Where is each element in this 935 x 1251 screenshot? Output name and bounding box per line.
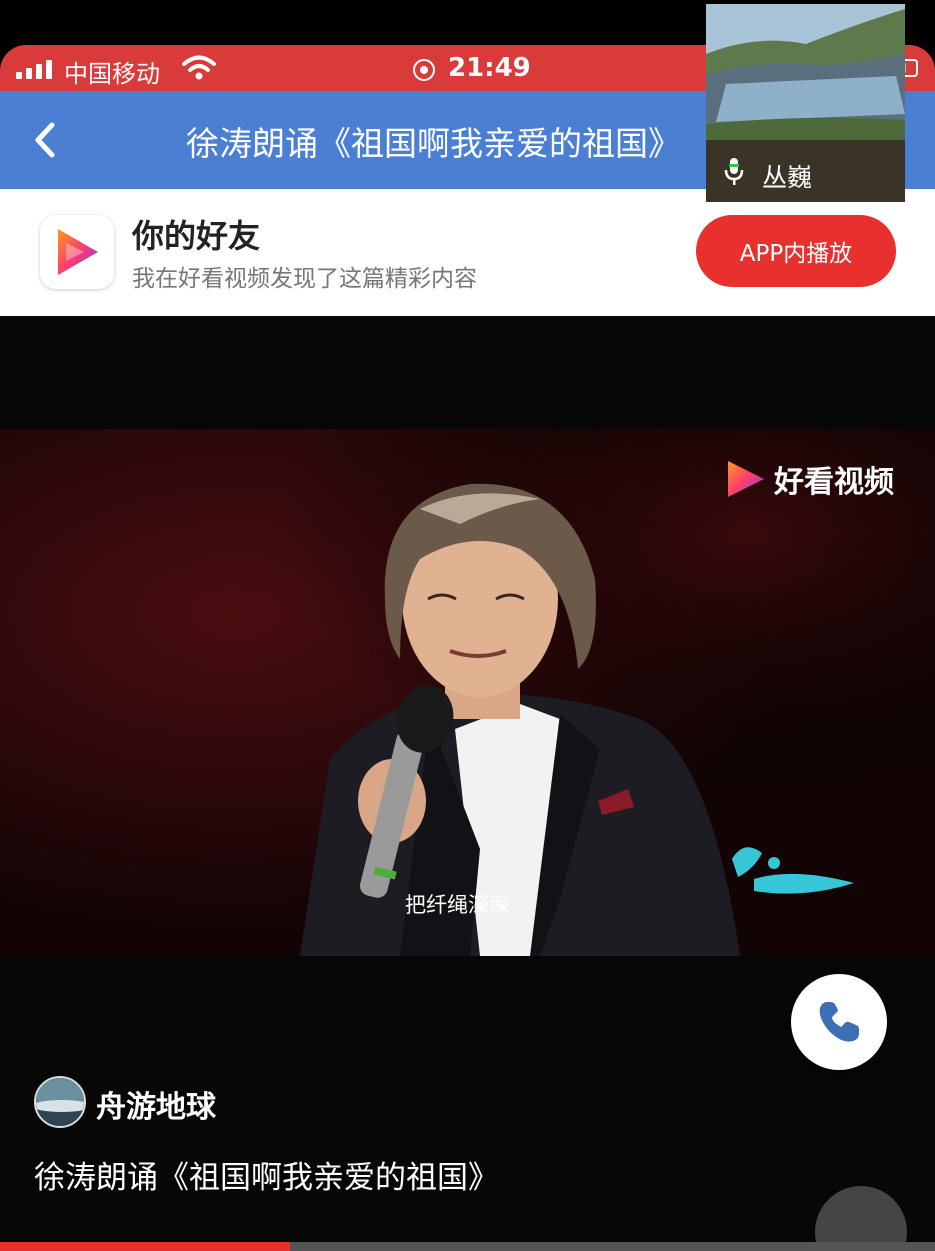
- haokan-watermark-icon: [728, 461, 764, 497]
- app-logo[interactable]: [40, 215, 114, 289]
- video-caption: 把纤绳深深: [405, 893, 510, 917]
- video-progress-fill: [0, 1242, 290, 1251]
- chevron-left-icon: [35, 122, 55, 158]
- signal-strength-icon: [16, 59, 52, 79]
- status-time: 21:49: [448, 53, 531, 83]
- video-player[interactable]: 好看视频 把纤绳深深 舟游地球 徐涛朗诵《祖国啊我亲爱的祖国》: [0, 316, 935, 1251]
- video-watermark: 好看视频: [724, 457, 894, 501]
- wifi-icon: [182, 55, 216, 80]
- banner-subtitle: 我在好看视频发现了这篇精彩内容: [132, 266, 477, 292]
- open-in-app-banner: 你的好友 我在好看视频发现了这篇精彩内容 APP内播放: [0, 189, 935, 316]
- play-in-app-button[interactable]: APP内播放: [696, 215, 896, 287]
- voice-call-button[interactable]: [791, 974, 887, 1070]
- haokan-logo-icon: [58, 229, 98, 275]
- phone-icon: [819, 1002, 859, 1042]
- banner-title: 你的好友: [132, 217, 261, 255]
- microphone-icon: [724, 158, 744, 185]
- watermark-text: 好看视频: [774, 465, 894, 500]
- tv-channel-logo: [732, 847, 854, 894]
- author-avatar[interactable]: [34, 1076, 86, 1128]
- avatar-image: [36, 1078, 84, 1126]
- video-title: 徐涛朗诵《祖国啊我亲爱的祖国》: [34, 1160, 499, 1196]
- pip-video-call[interactable]: 丛巍: [706, 4, 905, 202]
- caller-name: 丛巍: [762, 163, 813, 192]
- page-title: 徐涛朗诵《祖国啊我亲爱的祖国》: [186, 124, 681, 163]
- video-frame[interactable]: 好看视频 把纤绳深深: [0, 429, 935, 956]
- author-name[interactable]: 舟游地球: [96, 1082, 216, 1126]
- carrier-name: 中国移动: [64, 60, 160, 88]
- pip-camera-view: [706, 4, 905, 140]
- pip-caller-bar: 丛巍: [706, 140, 905, 202]
- screen-recording-icon: [413, 59, 435, 81]
- video-progress-bar[interactable]: [0, 1242, 935, 1251]
- back-button[interactable]: [26, 117, 66, 163]
